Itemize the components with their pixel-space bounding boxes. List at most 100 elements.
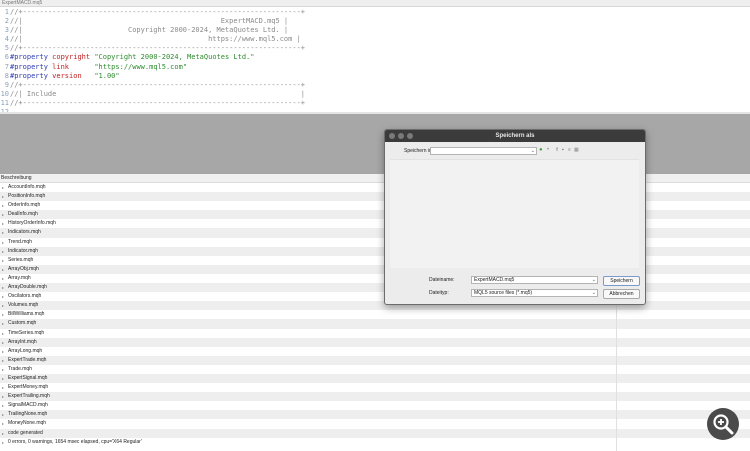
code-token: //+-------------------------------------… <box>10 44 306 53</box>
code-text: //+-------------------------------------… <box>10 44 305 53</box>
info-icon: ▸ <box>2 294 5 300</box>
code-line[interactable]: 5//+------------------------------------… <box>0 44 750 53</box>
list-item-label: Volumes.mqh <box>8 302 39 309</box>
code-line[interactable]: 9//+------------------------------------… <box>0 81 750 90</box>
list-item[interactable]: ▸ ArrayInt.mqh <box>0 337 750 347</box>
new-folder-icon[interactable]: ▪ <box>562 146 564 154</box>
code-token: //| Include | <box>10 89 306 98</box>
line-number: 7 <box>4 62 9 71</box>
filetype-select[interactable]: MQL5 source files (*.mq5) ⌄ <box>471 289 598 297</box>
list-item[interactable]: ▸ Trade.mqh <box>0 364 750 374</box>
list-item-label: Trend.mqh <box>8 238 32 245</box>
list-item[interactable]: ▸ ExpertTrailing.mqh <box>0 392 750 402</box>
list-item[interactable]: ▸ MoneyNone.mqh <box>0 419 750 429</box>
info-icon: ▸ <box>2 430 5 436</box>
list-item-label: TrailingNone.mqh <box>8 411 48 418</box>
list-item[interactable]: ▸ SignalMACD.mqh <box>0 401 750 411</box>
code-token: #property <box>10 53 53 62</box>
zoom-in-icon <box>713 414 734 435</box>
list-item[interactable]: ▸ BillWilliams.mqh <box>0 310 750 320</box>
up-folder-icon[interactable]: ⇑ <box>555 146 559 154</box>
list-item-label: PositionInfo.mqh <box>8 193 46 200</box>
line-number: 2 <box>4 17 9 26</box>
detail-view-icon[interactable]: ▦ <box>574 146 579 154</box>
filename-value: ExpertMACD.mq5 <box>474 277 515 283</box>
list-item[interactable]: ▸ code generated <box>0 428 750 438</box>
code-line[interactable]: 11//+-----------------------------------… <box>0 99 750 108</box>
chevron-down-icon: ⌄ <box>591 277 596 283</box>
line-number: 4 <box>4 35 9 44</box>
list-item[interactable]: ▸ TimeSeries.mqh <box>0 328 750 338</box>
code-token: //| Copyright 2000-2024, MetaQuotes Ltd.… <box>10 26 289 35</box>
code-line[interactable]: 10//| Include | <box>0 90 750 99</box>
code-token: "https://www.mql5.com" <box>94 62 188 71</box>
list-item-label: DealInfo.mqh <box>8 211 38 218</box>
file-list-area[interactable] <box>390 159 639 268</box>
list-item[interactable]: ▸ ExpertTrade.mqh <box>0 355 750 365</box>
code-line[interactable]: 8 #property version "1.00" <box>0 72 750 81</box>
list-item-label: HistoryOrderInfo.mqh <box>8 220 56 227</box>
list-view-icon[interactable]: ≡ <box>568 146 571 154</box>
line-number: 11 <box>0 98 9 107</box>
list-item[interactable]: ▸ Custom.mqh <box>0 319 750 329</box>
list-item-label: Custom.mqh <box>8 320 37 327</box>
code-text: #property copyright "Copyright 2000-2024… <box>10 53 254 62</box>
list-item-label: ExpertTrade.mqh <box>8 356 47 363</box>
dialog-title: Speichern als <box>495 133 535 139</box>
window-title-bar: ExpertMACD.mq5 <box>0 0 750 7</box>
code-token: //| ExpertMACD.mq5 | <box>10 17 289 26</box>
line-number: 3 <box>4 26 9 35</box>
code-text: //+-------------------------------------… <box>10 99 305 108</box>
code-line[interactable]: 6 #property copyright "Copyright 2000-202… <box>0 53 750 62</box>
list-item-label: code generated <box>8 429 43 436</box>
code-text: //| Copyright 2000-2024, MetaQuotes Ltd.… <box>10 26 288 35</box>
save-as-dialog: Speichern als Speichern in: ⌄ ● • ⇑ ▪ ≡ … <box>384 129 646 305</box>
code-text: //| Include | <box>10 90 305 99</box>
code-line[interactable]: 3//| Copyright 2000-2024, MetaQuotes Ltd… <box>0 26 750 35</box>
save-button[interactable]: Speichern <box>603 276 640 286</box>
list-item-label: TimeSeries.mqh <box>8 329 45 336</box>
code-token: "Copyright 2000-2024, MetaQuotes Ltd." <box>94 53 255 62</box>
dialog-title-bar[interactable]: Speichern als <box>385 130 645 142</box>
info-icon: ▸ <box>2 312 5 318</box>
filename-label: Dateiname: <box>429 277 455 283</box>
list-item[interactable]: ▸ TrailingNone.mqh <box>0 410 750 420</box>
code-line[interactable]: 7 #property link "https://www.mql5.com" <box>0 63 750 72</box>
list-item[interactable]: ▸ 0 errors, 0 warnings, 1654 msec elapsed… <box>0 437 750 447</box>
code-line[interactable]: 2//| ExpertMACD.mq5 | <box>0 17 750 26</box>
list-item-label: ExpertMoney.mqh <box>8 384 49 391</box>
info-icon: ▸ <box>2 348 5 354</box>
list-item[interactable]: ▸ ExpertSignal.mqh <box>0 373 750 384</box>
info-icon: ▸ <box>2 185 5 190</box>
info-icon: ▸ <box>2 357 5 363</box>
code-line[interactable]: 1//+------------------------------------… <box>0 8 750 17</box>
code-token: #property <box>10 62 53 71</box>
list-item[interactable]: ▸ ExpertMoney.mqh <box>0 383 750 393</box>
info-icon: ▸ <box>2 194 5 200</box>
info-icon: ▸ <box>2 285 5 291</box>
info-icon: ▸ <box>2 321 5 327</box>
line-number: 8 <box>4 71 9 80</box>
list-item-label: ExpertTrailing.mqh <box>8 393 50 400</box>
info-icon: ▸ <box>2 385 5 391</box>
list-item[interactable]: ▸ ArrayLong.mqh <box>0 346 750 356</box>
cancel-button[interactable]: Abbrechen <box>603 289 640 299</box>
back-arrow-icon[interactable]: ● <box>539 146 543 154</box>
info-icon: ▸ <box>2 394 5 400</box>
save-in-label: Speichern in: <box>404 148 434 154</box>
code-editor[interactable]: 1//+------------------------------------… <box>0 8 750 114</box>
filename-input[interactable]: ExpertMACD.mq5 ⌄ <box>471 276 598 284</box>
code-line[interactable]: 4//| https://www.mql5.com | <box>0 35 750 44</box>
list-item-label: ArrayInt.mqh <box>8 338 37 345</box>
list-item-label: ExpertSignal.mqh <box>8 374 48 381</box>
forward-arrow-icon[interactable]: • <box>547 146 549 154</box>
info-icon: ▸ <box>2 257 5 263</box>
code-text: //+-------------------------------------… <box>10 8 305 17</box>
zoom-button[interactable] <box>707 408 739 440</box>
save-in-combobox[interactable]: ⌄ <box>430 147 537 155</box>
info-icon: ▸ <box>2 275 5 281</box>
code-token: link <box>52 62 95 71</box>
info-icon: ▸ <box>2 221 5 227</box>
code-token: version <box>52 71 95 80</box>
info-icon: ▸ <box>2 375 5 381</box>
